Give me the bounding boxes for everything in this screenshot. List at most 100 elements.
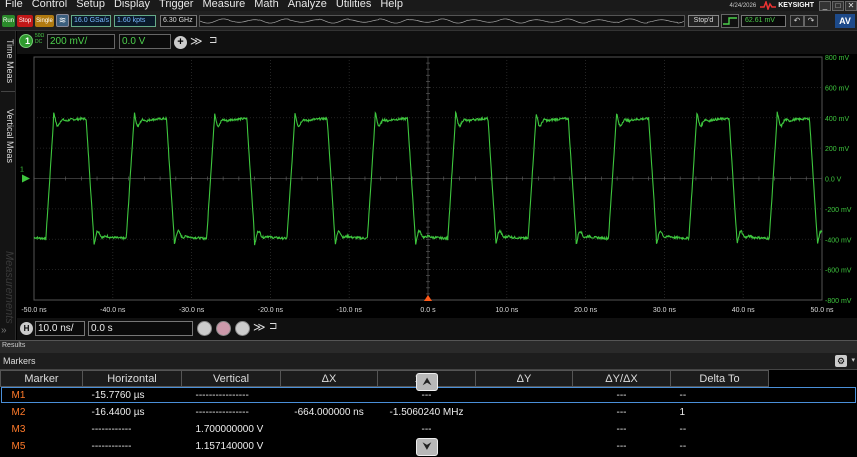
table-cell: --- (616, 440, 627, 452)
voltage-axis-label: 200 mV (825, 146, 849, 153)
stop-button[interactable]: Stop (17, 15, 33, 27)
column-header-delta-to[interactable]: Delta To (670, 370, 769, 387)
menu-bar: File Control Setup Display Trigger Measure Mat… (0, 0, 857, 11)
add-channel-button[interactable]: + (174, 36, 187, 49)
table-cell-empty (769, 404, 857, 421)
channel-control-row: 1 50Ω DC 200 mV/ 0.0 V + ≫ ⊐ (17, 31, 857, 54)
redo-icon[interactable]: ↷ (804, 15, 818, 27)
gear-icon[interactable]: ⚙ (835, 355, 847, 367)
acquisition-status: Stop'd (688, 15, 719, 27)
sample-rate-field[interactable]: 16.0 GSa/s (71, 15, 111, 27)
measurements-watermark: Measurements (3, 250, 15, 324)
column-header--y[interactable]: ΔY (475, 370, 573, 387)
menu-measure[interactable]: Measure (197, 0, 249, 10)
menu-analyze[interactable]: Analyze (283, 0, 331, 10)
channel-offset-field[interactable]: 0.0 V (119, 34, 171, 49)
zoom-icon[interactable] (197, 321, 212, 336)
table-row[interactable]: M3 ------------ 1.700000000 V --- --- -- (1, 421, 857, 438)
time-axis-label: -10.0 ns (337, 307, 363, 314)
record-icon[interactable] (216, 321, 231, 336)
table-cell: -664.000000 ns (294, 406, 364, 418)
waveform-display[interactable]: 1 -50.0 ns -40.0 ns -30.0 ns -20.0 ns -10.0 … (17, 54, 857, 318)
table-cell: -16.4400 µs (91, 406, 145, 418)
table-cell (476, 421, 573, 438)
time-axis-label: 40.0 ns (732, 307, 755, 314)
table-cell: 1 (679, 406, 686, 418)
menu-file[interactable]: File (0, 0, 27, 10)
table-cell: --- (616, 423, 627, 435)
pin-icon[interactable]: ⊐ (209, 35, 217, 46)
table-cell: --- (616, 406, 627, 418)
column-header-vertical[interactable]: Vertical (181, 370, 281, 387)
side-tab-strip: Time Meas Vertical Meas Measurements (0, 31, 16, 340)
voltage-axis-label: 400 mV (825, 116, 849, 123)
brand-logo: KEYSIGHT (778, 2, 814, 9)
autoscale-icon[interactable]: ≋ (56, 14, 69, 27)
table-cell: 1.157140000 V (195, 440, 264, 452)
voltage-axis-label: -600 mV (825, 268, 852, 275)
column-header-horizontal[interactable]: Horizontal (82, 370, 182, 387)
table-cell-empty (769, 438, 857, 455)
horizontal-control-row: H 10.0 ns/ 0.0 s ≫ ⊐ (17, 318, 857, 340)
column-header-marker[interactable]: Marker (0, 370, 83, 387)
menu-trigger[interactable]: Trigger (154, 0, 197, 10)
close-button[interactable]: ✕ (845, 0, 857, 11)
more-channels-icon[interactable]: ≫ (190, 34, 203, 48)
pin-icon[interactable]: ⊐ (269, 321, 277, 332)
column-header--y-x[interactable]: ΔY/ΔX (572, 370, 671, 387)
single-button[interactable]: Single (35, 15, 54, 27)
acquisition-toolbar: Run Stop Single ≋ 16.0 GSa/s 1.60 kpts 6… (0, 11, 857, 31)
table-cell: ---------------- (195, 406, 249, 418)
menu-help[interactable]: Help (375, 0, 407, 10)
menu-setup[interactable]: Setup (71, 0, 109, 10)
expand-sidebar-icon[interactable]: » (1, 325, 7, 336)
scroll-down-button[interactable]: ⮟ (416, 438, 438, 456)
menu-display[interactable]: Display (109, 0, 154, 10)
time-axis-label: -20.0 ns (258, 307, 284, 314)
menubar-right: 4/24/2026 KEYSIGHT _ □ ✕ (730, 0, 857, 11)
voltage-axis-label: -400 mV (825, 237, 852, 244)
more-horizontal-icon[interactable]: ≫ (253, 320, 266, 334)
table-cell-empty (769, 421, 857, 438)
channel-marker-label: 1 (20, 167, 24, 174)
tab-vertical-meas[interactable]: Vertical Meas (1, 91, 15, 181)
table-cell: M3 (11, 423, 26, 435)
time-axis-label: 0.0 s (420, 307, 436, 314)
time-axis-label: 50.0 ns (811, 307, 834, 314)
voltage-axis-label: -200 mV (825, 207, 852, 214)
table-cell: M2 (11, 406, 26, 418)
table-cell (281, 421, 378, 438)
channel-1-toggle[interactable]: 1 (19, 34, 33, 48)
horizontal-position-field[interactable]: 0.0 s (88, 321, 193, 336)
voltage-axis-label: -800 mV (825, 298, 852, 305)
keysight-logo-icon (760, 1, 777, 10)
minimize-button[interactable]: _ (819, 0, 831, 11)
trigger-level-field[interactable]: 62.61 mV (741, 15, 786, 27)
time-axis-label: -30.0 ns (179, 307, 205, 314)
column-header--x[interactable]: ΔX (280, 370, 378, 387)
table-row[interactable]: M2 -16.4400 µs ---------------- -664.000000… (1, 404, 857, 421)
maximize-button[interactable]: □ (832, 0, 844, 11)
channel-scale-field[interactable]: 200 mV/ (47, 34, 115, 49)
av-button[interactable]: AV (835, 14, 855, 28)
memory-depth-field[interactable]: 1.60 kpts (114, 15, 156, 27)
bandwidth-field[interactable]: 6.30 GHz (160, 15, 197, 27)
time-axis-label: 20.0 ns (574, 307, 597, 314)
horizontal-scale-field[interactable]: 10.0 ns/ (35, 321, 85, 336)
trigger-edge-icon[interactable] (721, 14, 739, 28)
menu-items: File Control Setup Display Trigger Measure Mat… (0, 0, 407, 10)
voltage-axis-label: 800 mV (825, 55, 849, 62)
table-cell: -1.5060240 MHz (389, 406, 464, 418)
clock-icon[interactable] (235, 321, 250, 336)
run-button[interactable]: Run (2, 15, 15, 27)
menu-control[interactable]: Control (27, 0, 71, 10)
chevron-down-icon[interactable]: ▾ (851, 356, 855, 364)
column-header-empty (768, 370, 857, 387)
table-cell: ------------ (91, 440, 132, 452)
horizontal-badge[interactable]: H (20, 322, 33, 335)
undo-icon[interactable]: ↶ (790, 15, 804, 27)
menu-utilities[interactable]: Utilities (331, 0, 375, 10)
tab-time-meas[interactable]: Time Meas (1, 35, 15, 87)
scroll-up-button[interactable]: ⮝ (416, 373, 438, 391)
menu-math[interactable]: Math (249, 0, 282, 10)
